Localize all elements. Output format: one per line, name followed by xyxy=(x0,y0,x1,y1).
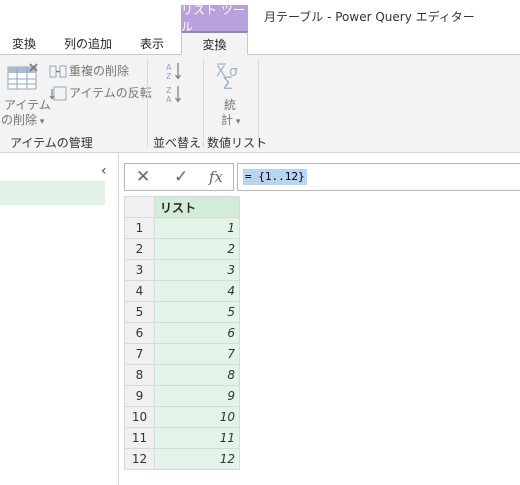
ribbon: アイテム の削除 ▾ 重複の削除 アイテムの反転 アイテムの管理 A Z Z A xyxy=(0,55,520,153)
sort-descending-icon[interactable]: Z A xyxy=(165,84,183,107)
reverse-items-button[interactable]: アイテムの反転 xyxy=(69,86,152,101)
svg-text:Z: Z xyxy=(166,86,172,95)
context-tab-list-tools[interactable]: リスト ツール xyxy=(181,3,248,34)
row-number[interactable]: 7 xyxy=(124,343,155,365)
ribbon-tab-strip: 変換 列の追加 表示 変換 xyxy=(0,31,520,56)
row-number[interactable]: 1 xyxy=(124,217,155,239)
svg-text:A: A xyxy=(166,95,172,104)
tab-transform[interactable]: 変換 xyxy=(4,31,44,55)
table-row: 55 xyxy=(124,301,240,323)
remove-items-label-1[interactable]: アイテム xyxy=(4,98,51,113)
table-row: 99 xyxy=(124,385,240,407)
row-number[interactable]: 9 xyxy=(124,385,155,407)
column-header-list[interactable]: リスト xyxy=(154,196,240,218)
row-number[interactable]: 6 xyxy=(124,322,155,344)
svg-text:Z: Z xyxy=(166,72,172,81)
formula-input[interactable]: = {1..12} xyxy=(237,163,520,191)
table-row: 33 xyxy=(124,259,240,281)
table-row: 66 xyxy=(124,322,240,344)
remove-items-label-2[interactable]: の削除 ▾ xyxy=(1,113,44,130)
remove-duplicates-icon[interactable] xyxy=(49,64,67,82)
table-row: 88 xyxy=(124,364,240,386)
row-number[interactable]: 8 xyxy=(124,364,155,386)
table-row: 77 xyxy=(124,343,240,365)
tab-view[interactable]: 表示 xyxy=(130,31,174,55)
group-divider xyxy=(258,59,259,147)
list-value-cell[interactable]: 11 xyxy=(154,427,240,449)
row-number[interactable]: 11 xyxy=(124,427,155,449)
query-list-item-selected[interactable] xyxy=(0,181,105,205)
table-row: 44 xyxy=(124,280,240,302)
list-value-cell[interactable]: 12 xyxy=(154,448,240,470)
data-grid: リスト 1 1 2 2 3 3 4 4 5 5 6 6 7 7 8 8 9 9 10 10 11 11 12 12 xyxy=(124,196,240,470)
tab-list-transform[interactable]: 変換 xyxy=(181,31,248,56)
tab-add-column[interactable]: 列の追加 xyxy=(56,31,120,55)
formula-text[interactable]: = {1..12} xyxy=(243,169,307,185)
group-label-sort: 並べ替え xyxy=(153,136,202,150)
row-number[interactable]: 4 xyxy=(124,280,155,302)
row-number[interactable]: 2 xyxy=(124,238,155,260)
sort-ascending-icon[interactable]: A Z xyxy=(165,61,183,84)
table-row: 22 xyxy=(124,238,240,260)
list-value-cell[interactable]: 8 xyxy=(154,364,240,386)
dropdown-caret-icon: ▾ xyxy=(37,117,45,127)
table-row: 12 12 xyxy=(124,448,240,470)
sigma-icon[interactable]: Σ xyxy=(222,76,233,93)
row-number[interactable]: 3 xyxy=(124,259,155,281)
svg-text:A: A xyxy=(166,63,172,72)
list-value-cell[interactable]: 3 xyxy=(154,259,240,281)
remove-items-icon[interactable] xyxy=(6,63,38,96)
formula-bar: ✕ ✓ fx = {1..12} xyxy=(124,163,520,191)
row-number[interactable]: 10 xyxy=(124,406,155,428)
row-number[interactable]: 5 xyxy=(124,301,155,323)
cancel-icon[interactable]: ✕ xyxy=(136,167,150,187)
table-row: 11 11 xyxy=(124,427,240,449)
statistics-label-2[interactable]: 計 ▾ xyxy=(221,113,240,130)
row-number[interactable]: 12 xyxy=(124,448,155,470)
list-value-cell[interactable]: 10 xyxy=(154,406,240,428)
group-divider xyxy=(147,59,148,147)
fx-icon[interactable]: fx xyxy=(209,168,223,186)
group-label-manage-items: アイテムの管理 xyxy=(10,136,93,150)
table-row: 11 xyxy=(124,217,240,239)
reverse-items-icon[interactable] xyxy=(49,86,67,104)
remove-duplicates-button[interactable]: 重複の削除 xyxy=(69,64,129,79)
list-value-cell[interactable]: 7 xyxy=(154,343,240,365)
list-value-cell[interactable]: 1 xyxy=(154,217,240,239)
grid-corner[interactable] xyxy=(124,196,155,218)
list-value-cell[interactable]: 2 xyxy=(154,238,240,260)
chevron-left-icon[interactable]: ‹ xyxy=(101,163,107,179)
window-title: 月テーブル - Power Query エディター xyxy=(264,10,475,24)
statistics-label-1[interactable]: 統 xyxy=(224,98,236,113)
formula-bar-buttons: ✕ ✓ fx xyxy=(124,163,234,191)
check-icon[interactable]: ✓ xyxy=(174,167,188,187)
list-value-cell[interactable]: 6 xyxy=(154,322,240,344)
list-value-cell[interactable]: 5 xyxy=(154,301,240,323)
dropdown-caret-icon: ▾ xyxy=(233,117,241,127)
table-row: 10 10 xyxy=(124,406,240,428)
list-value-cell[interactable]: 9 xyxy=(154,385,240,407)
list-value-cell[interactable]: 4 xyxy=(154,280,240,302)
group-divider xyxy=(203,59,204,147)
